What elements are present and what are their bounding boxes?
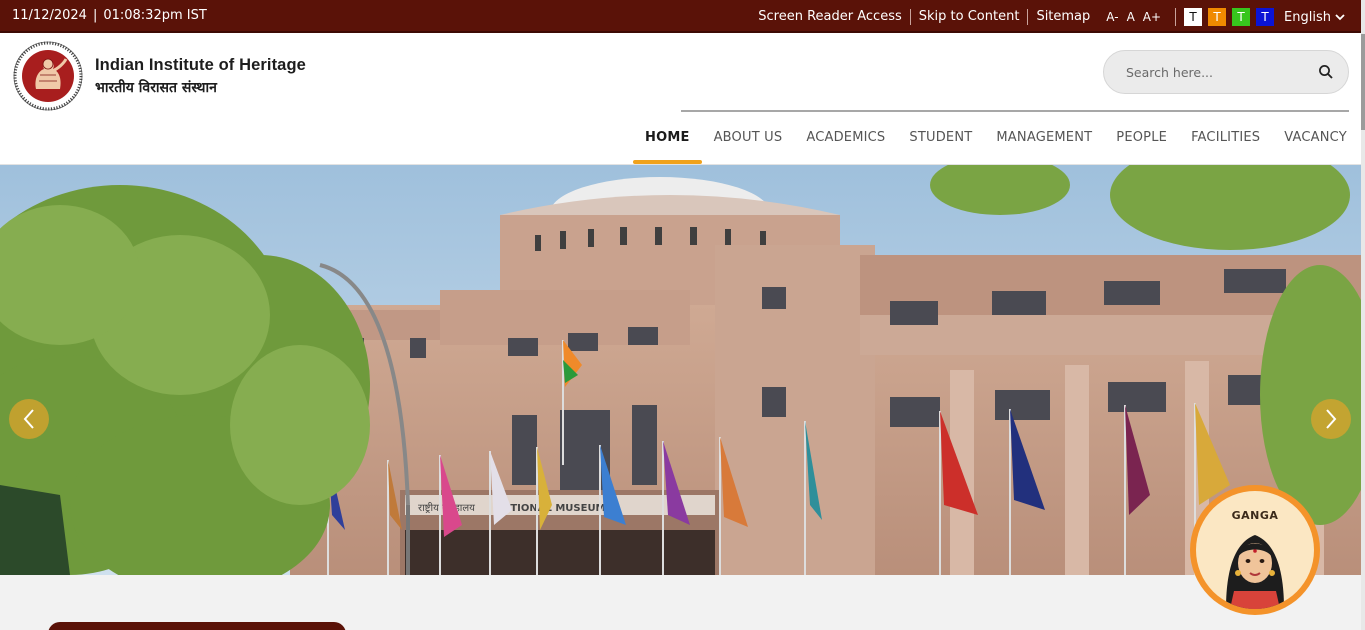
nav-item-facilities[interactable]: FACILITIES bbox=[1179, 127, 1272, 164]
font-decrease-button[interactable]: A- bbox=[1106, 10, 1118, 24]
font-increase-button[interactable]: A+ bbox=[1143, 10, 1161, 24]
page-scrollbar[interactable] bbox=[1361, 0, 1365, 630]
slider-next-button[interactable] bbox=[1311, 399, 1351, 439]
institute-logo[interactable] bbox=[12, 41, 86, 111]
skip-to-content-link[interactable]: Skip to Content bbox=[911, 9, 1029, 25]
nav-item-academics[interactable]: ACADEMICS bbox=[794, 127, 897, 164]
nav-item-about-us[interactable]: ABOUT US bbox=[702, 127, 795, 164]
content-section bbox=[0, 575, 1361, 630]
nav-item-student[interactable]: STUDENT bbox=[897, 127, 984, 164]
section-tab-header bbox=[48, 622, 346, 630]
search-input[interactable] bbox=[1126, 62, 1306, 82]
language-select[interactable]: English bbox=[1282, 10, 1345, 25]
brand-name-hindi: भारतीय विरासत संस्थान bbox=[95, 80, 217, 96]
top-utility-bar: 11/12/2024 | 01:08:32pm IST Screen Reader … bbox=[0, 0, 1361, 33]
theme-white-button[interactable]: T bbox=[1184, 8, 1203, 26]
chatbot-avatar: GANGA bbox=[1196, 491, 1314, 609]
site-header: Indian Institute of Heritage भारतीय विरा… bbox=[0, 35, 1361, 165]
language-label: English bbox=[1284, 9, 1331, 25]
brand-name-english: Indian Institute of Heritage bbox=[95, 56, 306, 74]
chevron-down-icon bbox=[1335, 14, 1345, 21]
scrollbar-thumb[interactable] bbox=[1361, 34, 1365, 130]
sitemap-link[interactable]: Sitemap bbox=[1028, 9, 1098, 25]
theme-green-button[interactable]: T bbox=[1232, 8, 1251, 26]
main-navigation: HOME ABOUT US ACADEMICS STUDENT MANAGEME… bbox=[633, 127, 1359, 164]
hero-slider: राष्ट्रीय संग्रहालय NATIONAL MUSEUM bbox=[0, 165, 1361, 575]
top-links: Screen Reader Access Skip to Content Sit… bbox=[750, 7, 1345, 27]
theme-switcher: T T T T bbox=[1175, 8, 1282, 26]
chatbot-name: GANGA bbox=[1231, 509, 1279, 522]
nav-item-vacancy[interactable]: VACANCY bbox=[1272, 127, 1359, 164]
theme-orange-button[interactable]: T bbox=[1208, 8, 1227, 26]
ganga-chatbot-button[interactable]: GANGA bbox=[1190, 485, 1320, 615]
date-time-separator: | bbox=[92, 8, 98, 23]
search-icon[interactable] bbox=[1318, 64, 1334, 80]
date-time: 11/12/2024 | 01:08:32pm IST bbox=[12, 8, 207, 23]
date: 11/12/2024 bbox=[12, 8, 87, 23]
nav-item-management[interactable]: MANAGEMENT bbox=[984, 127, 1104, 164]
slider-prev-button[interactable] bbox=[9, 399, 49, 439]
font-normal-button[interactable]: A bbox=[1127, 10, 1135, 24]
theme-blue-button[interactable]: T bbox=[1256, 8, 1275, 26]
screen-reader-link[interactable]: Screen Reader Access bbox=[750, 9, 911, 25]
time: 01:08:32pm IST bbox=[103, 8, 207, 23]
chevron-right-icon bbox=[1326, 409, 1337, 429]
nav-divider bbox=[681, 110, 1349, 112]
nav-item-home[interactable]: HOME bbox=[633, 127, 702, 164]
chevron-left-icon bbox=[23, 409, 34, 429]
search-box bbox=[1103, 50, 1349, 94]
font-size-controls: A- A A+ bbox=[1098, 10, 1169, 24]
hero-image-national-museum: राष्ट्रीय संग्रहालय NATIONAL MUSEUM bbox=[0, 165, 1361, 575]
nav-item-people[interactable]: PEOPLE bbox=[1104, 127, 1179, 164]
